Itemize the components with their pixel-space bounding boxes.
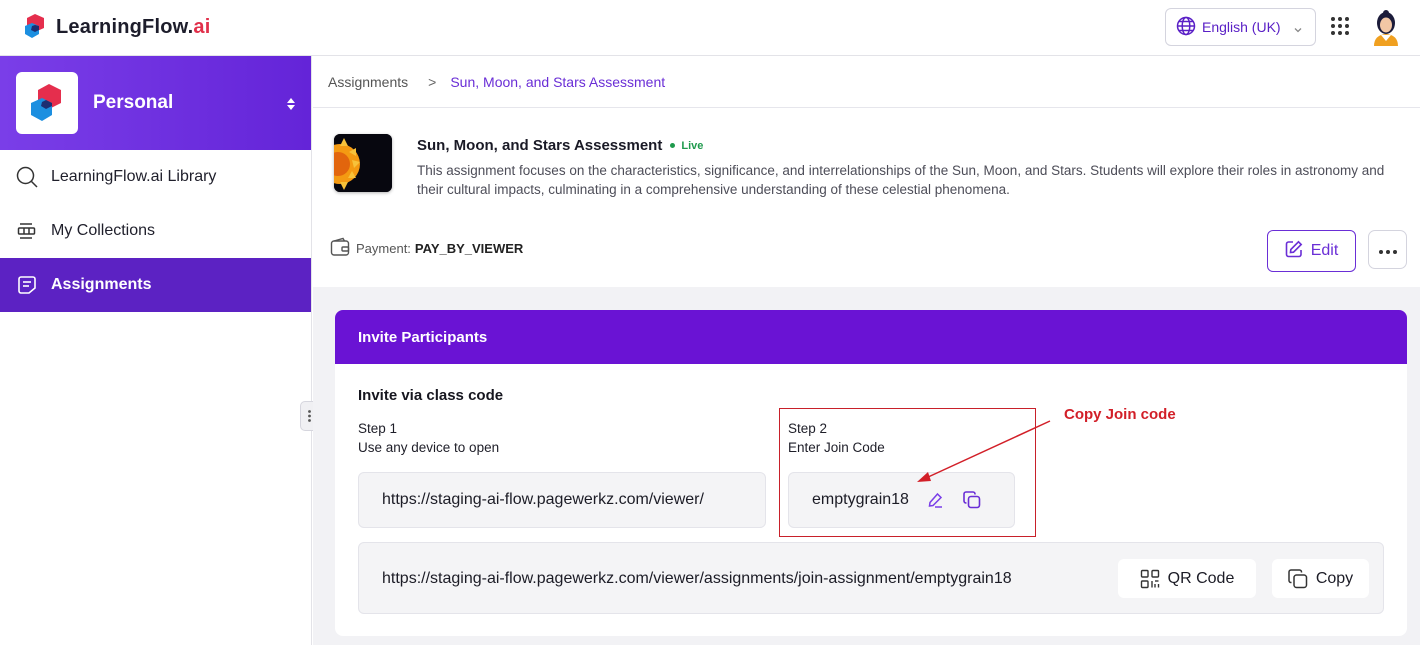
more-options-button[interactable] [1368,230,1407,269]
collections-icon [16,220,38,242]
main-content: Assignments > Sun, Moon, and Stars Asses… [313,56,1420,645]
brand-name: LearningFlow. [56,15,194,38]
viewer-url: https://staging-ai-flow.pagewerkz.com/vi… [382,491,704,508]
live-dot-icon [670,143,676,148]
step1-description: Use any device to open [358,440,500,455]
chevron-down-icon [1293,22,1303,38]
qr-code-label: QR Code [1167,569,1235,587]
assignment-icon [16,274,38,296]
edit-label: Edit [1310,242,1339,259]
top-bar: LearningFlow.ai English (UK) [0,0,1420,56]
sidebar-item-label: Assignments [51,276,152,293]
assignment-title: Sun, Moon, and Stars Assessment Live [417,137,703,154]
logo-mark-icon [22,13,50,41]
workspace-switcher[interactable]: Personal [0,56,311,150]
sidebar-item-assignments[interactable]: Assignments [0,258,311,312]
workspace-name: Personal [93,92,174,113]
sidebar-item-library[interactable]: LearningFlow.ai Library [0,150,311,204]
assignment-title-text: Sun, Moon, and Stars Assessment [417,137,663,154]
step1-text: Step 1 Use any device to open [358,419,499,457]
copy-link-button[interactable]: Copy [1272,559,1369,598]
assignment-header: Sun, Moon, and Stars Assessment Live Thi… [313,109,1420,287]
invite-subtitle: Invite via class code [358,387,504,404]
wallet-icon [330,237,350,260]
sidebar-item-label: My Collections [51,222,156,239]
sort-arrows-icon [286,96,296,112]
sidebar: Personal LearningFlow.ai Library My Coll… [0,56,312,645]
brand-suffix: ai [193,15,211,38]
annotation-label: Copy Join code [1064,406,1176,423]
search-icon [16,166,38,188]
apps-grid-icon[interactable] [1330,16,1350,36]
qr-code-button[interactable]: QR Code [1118,559,1256,598]
globe-icon [1176,16,1196,39]
more-dots-icon [1378,241,1397,259]
qr-code-icon [1140,569,1160,589]
copy-icon [1288,568,1308,589]
step1-title: Step 1 [358,421,398,436]
assignment-thumbnail [334,134,392,192]
user-avatar[interactable] [1370,8,1402,48]
sidebar-item-label: LearningFlow.ai Library [51,168,217,185]
edit-button[interactable]: Edit [1267,230,1356,272]
breadcrumb: Assignments > Sun, Moon, and Stars Asses… [313,56,1420,108]
copy-label: Copy [1315,569,1354,587]
sidebar-item-collections[interactable]: My Collections [0,204,311,258]
payment-value: PAY_BY_VIEWER [414,241,524,256]
status-badge: Live [670,140,703,152]
invite-card-header: Invite Participants [335,310,1407,364]
annotation-highlight-box [779,408,1036,537]
status-text: Live [681,139,704,152]
language-select[interactable]: English (UK) [1165,8,1316,46]
join-link-field: https://staging-ai-flow.pagewerkz.com/vi… [358,542,1384,614]
breadcrumb-separator: > [428,73,437,90]
payment-info: Payment: PAY_BY_VIEWER [330,237,523,260]
edit-icon [1285,240,1303,263]
brand-logo[interactable]: LearningFlow.ai [22,12,211,42]
join-link-url[interactable]: https://staging-ai-flow.pagewerkz.com/vi… [382,570,1012,588]
payment-label: Payment: [356,241,411,256]
viewer-url-field[interactable]: https://staging-ai-flow.pagewerkz.com/vi… [358,472,766,528]
language-label: English (UK) [1202,19,1281,35]
assignment-description: This assignment focuses on the character… [417,163,1385,197]
breadcrumb-current: Sun, Moon, and Stars Assessment [450,73,666,90]
breadcrumb-parent[interactable]: Assignments [328,74,408,90]
workspace-logo [16,72,78,134]
